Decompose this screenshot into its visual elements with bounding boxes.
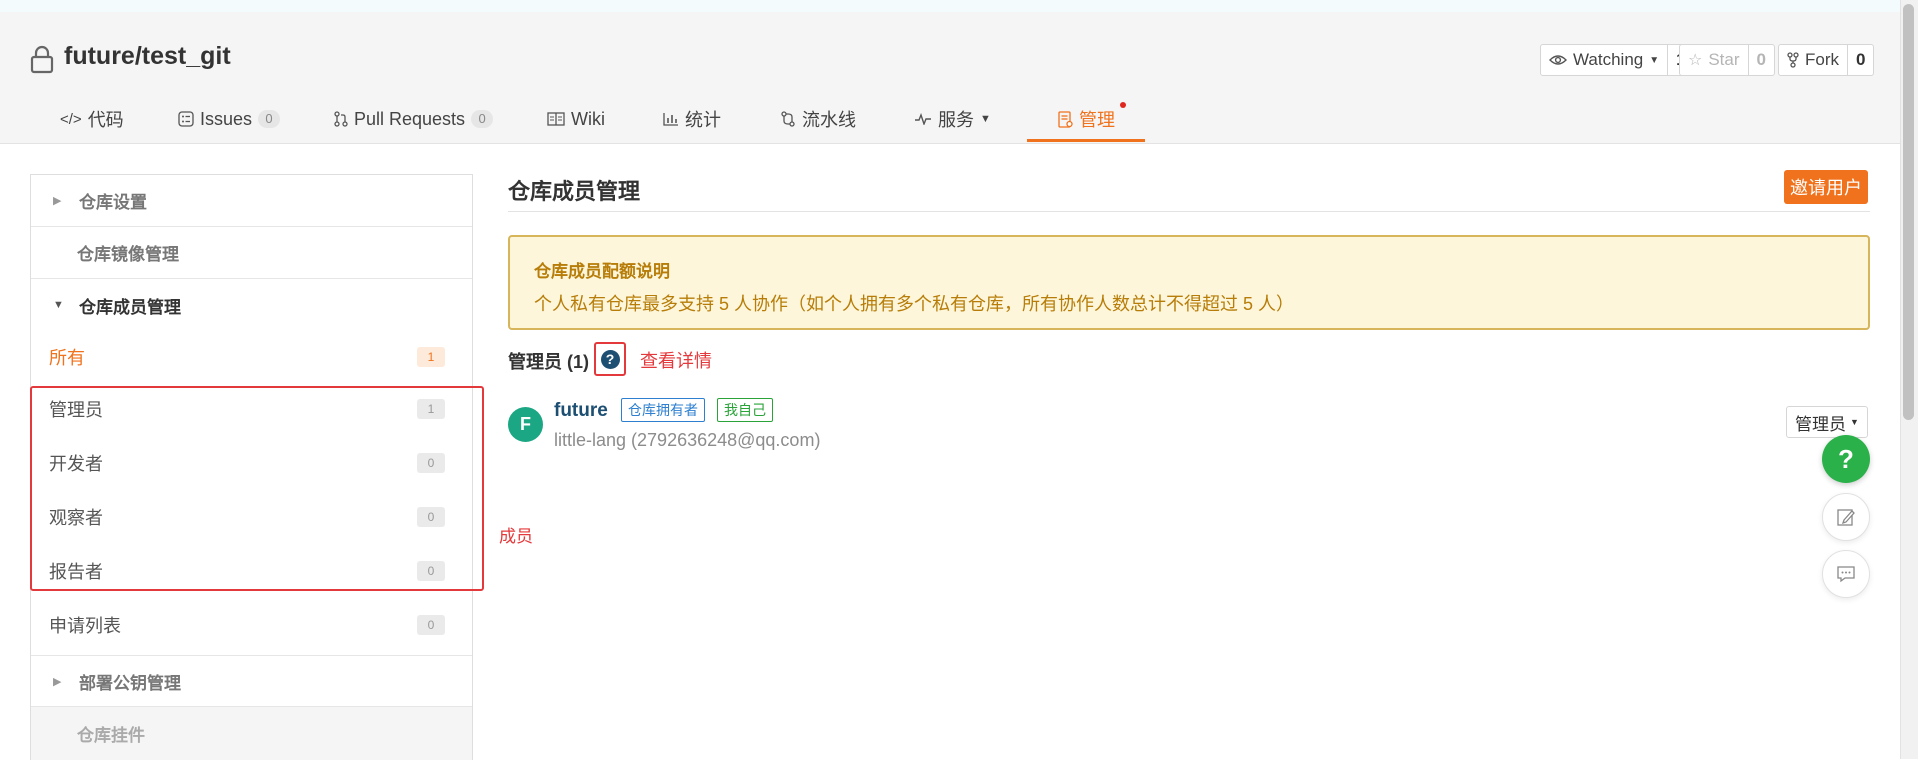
caret-down-icon: ▼ bbox=[1649, 54, 1660, 66]
admin-section-label: 管理员 (1) bbox=[508, 352, 589, 372]
tab-pull-requests-badge: 0 bbox=[471, 110, 494, 128]
sidebar-item-requests[interactable]: 申请列表 0 bbox=[49, 599, 459, 651]
avatar[interactable]: F bbox=[508, 407, 543, 442]
sidebar-item-label: 所有 bbox=[49, 348, 85, 368]
fork-count: 0 bbox=[1847, 45, 1873, 75]
help-highlight-box[interactable]: ? bbox=[594, 342, 626, 376]
quota-notice-text: 个人私有仓库最多支持 5 人协作（如个人拥有多个私有仓库，所有协作人数总计不得超… bbox=[534, 294, 1295, 314]
lock-icon bbox=[28, 44, 56, 74]
sidebar-member-mgmt-label: 仓库成员管理 bbox=[79, 297, 181, 317]
repo-title[interactable]: future/test_git bbox=[64, 42, 231, 71]
sidebar-item-all[interactable]: 所有 1 bbox=[49, 331, 459, 383]
caret-right-icon: ▶ bbox=[53, 195, 62, 207]
eye-icon bbox=[1549, 55, 1567, 65]
fork-icon bbox=[1787, 52, 1799, 68]
tab-wiki[interactable]: Wiki bbox=[547, 96, 605, 142]
code-icon: </> bbox=[60, 110, 82, 128]
tab-pull-requests[interactable]: Pull Requests 0 bbox=[334, 96, 494, 142]
tab-wiki-label: Wiki bbox=[571, 108, 605, 129]
issues-icon bbox=[178, 111, 194, 127]
invite-user-button[interactable]: 邀请用户 bbox=[1784, 170, 1868, 204]
feedback-fab-button[interactable] bbox=[1822, 493, 1870, 541]
caret-down-icon: ▼ bbox=[53, 299, 64, 311]
pipeline-icon bbox=[781, 111, 795, 127]
pull-request-icon bbox=[334, 111, 348, 127]
sidebar-item-count: 0 bbox=[417, 615, 445, 635]
sidebar-widgets-label: 仓库挂件 bbox=[77, 726, 145, 745]
tab-issues-badge: 0 bbox=[258, 110, 281, 128]
view-detail-annotation: 查看详情 bbox=[640, 351, 712, 371]
question-icon: ? bbox=[1838, 443, 1854, 474]
members-highlight-box bbox=[30, 386, 484, 591]
sidebar-deploy-keys-label: 部署公钥管理 bbox=[79, 673, 181, 693]
watch-button[interactable]: Watching ▼ 1 bbox=[1540, 44, 1695, 76]
active-tab-underline bbox=[1027, 139, 1145, 142]
watch-label: Watching bbox=[1573, 50, 1644, 69]
sidebar-repo-settings-label: 仓库设置 bbox=[79, 193, 147, 212]
sidebar-repo-settings[interactable]: ▶ 仓库设置 bbox=[31, 175, 472, 227]
sidebar-item-count: 1 bbox=[417, 347, 445, 367]
book-icon bbox=[547, 112, 565, 126]
role-dropdown[interactable]: 管理员 ▼ bbox=[1786, 406, 1868, 438]
tab-issues-label: Issues bbox=[200, 108, 253, 129]
pulse-icon bbox=[915, 113, 931, 125]
role-dropdown-value: 管理员 bbox=[1795, 414, 1847, 434]
chat-icon bbox=[1837, 566, 1855, 583]
star-label: Star bbox=[1708, 50, 1740, 69]
tab-manage[interactable]: 管理 bbox=[1058, 96, 1115, 142]
fork-button[interactable]: Fork 0 bbox=[1778, 44, 1875, 76]
tab-services-label: 服务 bbox=[938, 110, 974, 130]
sidebar-widgets[interactable]: 仓库挂件 bbox=[31, 707, 472, 760]
tab-pull-requests-label: Pull Requests bbox=[354, 108, 466, 129]
tab-stats[interactable]: 统计 bbox=[663, 96, 721, 142]
sidebar-mirror-mgmt-label: 仓库镜像管理 bbox=[77, 245, 179, 264]
question-icon[interactable]: ? bbox=[600, 349, 620, 369]
caret-down-icon: ▼ bbox=[980, 113, 991, 125]
scrollbar-thumb[interactable] bbox=[1903, 4, 1914, 420]
member-name-link[interactable]: future bbox=[554, 400, 608, 422]
tab-services[interactable]: 服务 ▼ bbox=[914, 96, 991, 142]
members-annotation: 成员 bbox=[499, 527, 533, 546]
star-count: 0 bbox=[1747, 45, 1774, 75]
title-divider bbox=[508, 211, 1870, 212]
tab-code-label: 代码 bbox=[87, 110, 124, 130]
fork-label: Fork bbox=[1805, 50, 1839, 69]
edit-icon bbox=[1837, 509, 1855, 526]
chat-fab-button[interactable] bbox=[1822, 550, 1870, 598]
notification-dot bbox=[1120, 102, 1126, 108]
help-fab-button[interactable]: ? bbox=[1822, 435, 1870, 483]
tab-stats-label: 统计 bbox=[685, 110, 721, 130]
manage-icon bbox=[1058, 110, 1073, 128]
owner-badge: 仓库拥有者 bbox=[621, 398, 705, 422]
tab-issues[interactable]: Issues 0 bbox=[178, 96, 281, 142]
self-badge: 我自己 bbox=[717, 398, 773, 422]
quota-notice-title: 仓库成员配额说明 bbox=[534, 262, 670, 281]
sidebar-mirror-mgmt[interactable]: 仓库镜像管理 bbox=[31, 227, 472, 279]
caret-right-icon: ▶ bbox=[53, 675, 62, 688]
caret-down-icon: ▼ bbox=[1850, 417, 1859, 427]
star-button[interactable]: ☆ Star 0 bbox=[1679, 44, 1775, 76]
tab-pipeline[interactable]: 流水线 bbox=[780, 96, 856, 142]
sidebar-member-mgmt[interactable]: ▼ 仓库成员管理 bbox=[31, 279, 472, 331]
star-icon: ☆ bbox=[1688, 52, 1703, 69]
bar-chart-icon bbox=[663, 113, 678, 126]
tab-pipeline-label: 流水线 bbox=[802, 110, 856, 130]
page-title: 仓库成员管理 bbox=[508, 179, 641, 204]
tab-code[interactable]: </> 代码 bbox=[60, 96, 124, 142]
tab-manage-label: 管理 bbox=[1079, 110, 1115, 130]
sidebar-deploy-keys[interactable]: ▶ 部署公钥管理 bbox=[31, 655, 472, 707]
sidebar-item-label: 申请列表 bbox=[49, 616, 121, 636]
member-email: little-lang (2792636248@qq.com) bbox=[554, 430, 821, 450]
